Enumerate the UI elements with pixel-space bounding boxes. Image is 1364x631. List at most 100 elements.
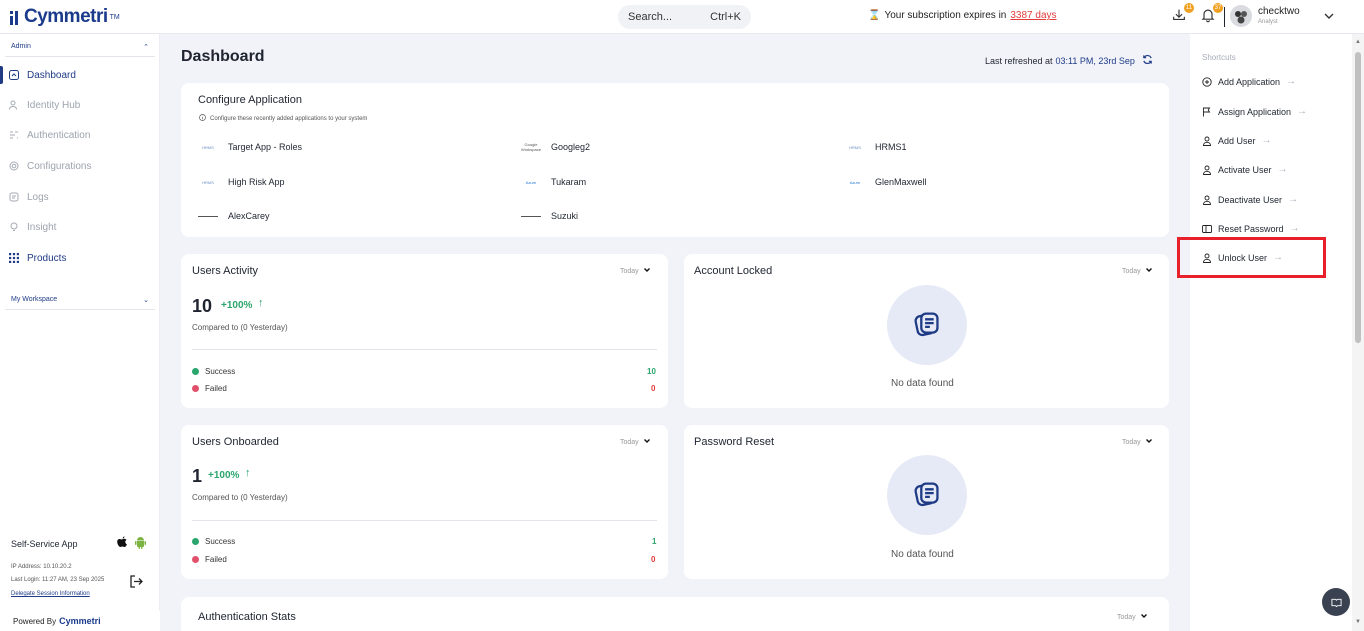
logo-mark-icon [10,9,22,25]
sidebar-item-identity-hub[interactable]: Identity Hub [0,94,160,116]
app-item[interactable]: HRMS Target App - Roles [198,142,302,152]
last-refreshed: Last refreshed at 03:11 PM, 23rd Sep [985,54,1153,67]
powered-by-label: Powered By [13,616,57,626]
configure-application-subtitle: Configure these recently added applicati… [199,114,367,123]
arrow-up-icon: ↑ [245,467,251,479]
chevron-down-icon [1145,437,1153,447]
page-title: Dashboard [181,48,265,65]
filter-label: Today [620,438,639,446]
avatar[interactable] [1230,5,1252,27]
shortcuts-heading: Shortcuts [1202,53,1236,62]
arrow-up-icon: ↑ [258,297,264,309]
reset-icon [1202,224,1212,234]
search-box[interactable]: Search... Ctrl+K [618,5,751,29]
sidebar-group-workspace[interactable]: My Workspace ⌄ [5,290,155,310]
app-item[interactable]: Suzuki [521,211,578,221]
users-activity-filter[interactable]: Today [620,266,651,276]
brand-logo[interactable]: Cymmetri TM [10,6,120,28]
app-item[interactable]: HRMS High Risk App [198,177,284,187]
shortcut-add-application[interactable]: Add Application → [1202,76,1296,87]
shortcut-activate-user[interactable]: Activate User → [1202,164,1288,175]
sidebar-item-insight[interactable]: Insight [0,216,160,238]
arrow-right-icon: → [1289,223,1300,234]
app-item[interactable]: AlexCarey [198,211,270,221]
shortcuts-panel: Shortcuts Add Application → Assign Appli… [1190,34,1352,631]
android-icon[interactable] [134,536,147,549]
refresh-icon[interactable] [1142,54,1153,67]
self-service-label: Self-Service App [11,539,78,549]
app-name: Target App - Roles [228,142,303,152]
sidebar-item-dashboard[interactable]: Dashboard [0,64,160,86]
app-item[interactable]: Azure GlenMaxwell [845,177,927,187]
password-reset-card: Password Reset Today No data found [684,425,1169,579]
app-item[interactable]: Google Workspace Googleg2 [521,142,590,152]
legend-success: Success [192,367,235,376]
sidebar-item-label: Logs [27,191,49,203]
logout-icon[interactable] [128,574,143,589]
chevron-down-icon [643,437,651,447]
failed-dot [192,385,199,392]
sidebar-item-configurations[interactable]: Configurations [0,155,160,177]
failed-dot [192,556,199,563]
app-logo: HRMS [849,144,861,150]
scrollbar[interactable]: ▲ ▼ [1352,34,1364,631]
subscription-text: Your subscription expires in [884,10,1007,21]
delegate-session-link[interactable]: Delegate Session Information [11,591,90,597]
sidebar-group-admin[interactable]: Admin ⌃ [5,37,155,57]
users-onboarded-card: Users Onboarded Today 1 +100% ↑ Compared… [181,425,668,579]
scroll-down-arrow-icon[interactable]: ▼ [1355,619,1361,625]
shortcut-add-user[interactable]: Add User → [1202,135,1272,146]
help-chat-button[interactable] [1322,588,1350,616]
shortcut-deactivate-user[interactable]: Deactivate User → [1202,194,1298,205]
sidebar-item-logs[interactable]: Logs [0,186,160,208]
shortcut-label: Add User [1218,135,1256,146]
shortcut-label: Reset Password [1218,223,1284,234]
hourglass-icon: ⌛ [868,10,881,21]
account-locked-filter[interactable]: Today [1122,266,1153,276]
password-reset-filter[interactable]: Today [1122,437,1153,447]
no-data-text: No data found [891,549,954,560]
app-logo: HRMS [202,144,214,150]
chevron-down-icon [1145,266,1153,276]
user-icon [1202,165,1212,175]
subscription-notice: ⌛ Your subscription expires in 3387 days [868,10,1057,21]
header-divider [1224,7,1225,27]
filter-label: Today [1122,438,1141,446]
app-name: Tukaram [551,177,587,187]
info-icon [199,114,206,123]
powered-by-brand: Cymmetri [59,616,101,626]
apple-icon[interactable] [116,536,128,549]
app-logo-placeholder [521,215,541,217]
app-name: Googleg2 [551,142,591,152]
chevron-up-icon: ⌃ [143,43,149,51]
subscription-days-link[interactable]: 3387 days [1010,10,1056,21]
arrow-right-icon: → [1261,135,1272,146]
users-onboarded-filter[interactable]: Today [620,437,651,447]
shortcut-label: Deactivate User [1218,194,1283,205]
sidebar-item-products[interactable]: Products [0,247,160,269]
authentication-stats-filter[interactable]: Today [1117,612,1148,622]
success-value: 10 [647,367,656,376]
bell-icon[interactable]: 37 [1200,3,1223,25]
failed-value: 0 [651,555,656,564]
authentication-stats-title: Authentication Stats [198,611,296,623]
app-item[interactable]: HRMS HRMS1 [845,142,906,152]
account-locked-title: Account Locked [694,265,773,277]
shortcut-assign-application[interactable]: Assign Application → [1202,106,1307,117]
chevron-down-icon[interactable] [1322,9,1336,23]
shortcut-reset-password[interactable]: Reset Password → [1202,223,1300,234]
search-shortcut: Ctrl+K [710,11,741,23]
authentication-icon [9,130,19,140]
user-name[interactable]: checktwo [1258,6,1300,17]
sidebar-item-label: Dashboard [27,69,76,81]
sidebar-item-authentication[interactable]: Authentication [0,124,160,146]
user-role: Analyst [1258,19,1278,25]
user-icon [1202,195,1212,205]
configure-application-title: Configure Application [198,94,302,106]
notifications-badge: 37 [1213,3,1223,13]
filter-label: Today [620,267,639,275]
scrollbar-thumb[interactable] [1355,52,1361,343]
download-icon[interactable]: 11 [1171,3,1194,25]
app-item[interactable]: Azure Tukaram [521,177,586,187]
scroll-up-arrow-icon[interactable]: ▲ [1355,39,1361,45]
